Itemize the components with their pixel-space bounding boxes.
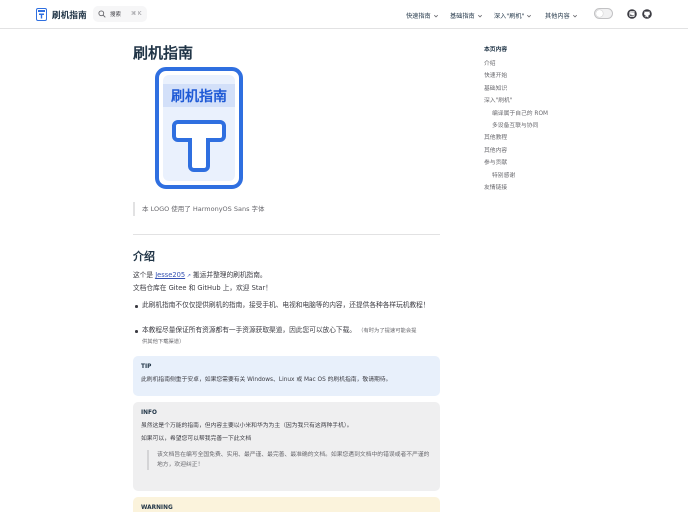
nav-menu-label: 其他内容: [545, 13, 570, 20]
search-shortcut: ⌘ K: [131, 11, 142, 17]
outline-title: 本页内容: [484, 47, 508, 53]
search-button[interactable]: 搜索 ⌘ K: [93, 6, 147, 22]
site-title: 刷机指南: [52, 10, 87, 21]
nav-menu-basic-guide[interactable]: 基础指南: [450, 11, 483, 20]
bullet-dot: [135, 305, 138, 308]
info-callout: INFO 虽然这是个万能的指南，但内容主要以小米和华为为主（因为我只有这两种手机…: [133, 402, 440, 491]
search-label: 搜索: [110, 12, 122, 18]
chevron-down-icon: [572, 14, 577, 17]
warning-title: WARNING: [141, 505, 173, 511]
appearance-toggle[interactable]: [594, 8, 613, 19]
site-brand[interactable]: 刷机指南: [36, 8, 87, 21]
nav-menu-label: 深入"刷机": [494, 13, 525, 20]
info-text-1: 虽然这是个万能的指南，但内容主要以小米和华为为主（因为我只有这两种手机）。: [141, 423, 353, 429]
tip-title: TIP: [141, 364, 152, 370]
outline-item-links[interactable]: 友情链接: [484, 182, 594, 194]
list-item-note: （有时为了提速可能会提: [358, 328, 417, 334]
chevron-down-icon: [527, 14, 532, 17]
warning-callout: WARNING: [133, 497, 440, 512]
outline-item-other-tutorials[interactable]: 其他教程: [484, 132, 594, 144]
nav-menu-other[interactable]: 其他内容: [545, 11, 578, 20]
hero-logo: 刷机指南: [155, 67, 243, 189]
gitee-icon[interactable]: [627, 9, 637, 19]
intro-repo-line: 文档仓库在 Gitee 和 GitHub 上，欢迎 Star！: [133, 284, 272, 292]
github-icon[interactable]: [642, 9, 652, 19]
outline-item-basics[interactable]: 基础知识: [484, 83, 594, 95]
chevron-down-icon: [477, 14, 482, 17]
tip-text: 此刷机指南侧重于安卓，如果您需要有关 Windows、Linux 或 Mac O…: [141, 377, 392, 383]
toggle-knob: [596, 10, 603, 17]
hero-logo-text: 刷机指南: [171, 88, 227, 105]
outline-item-contribute[interactable]: 参与贡献: [484, 157, 594, 169]
chevron-down-icon: [433, 14, 438, 17]
nav-menu-advanced[interactable]: 深入"刷机": [494, 11, 532, 20]
list-item: 此刷机指南不仅仅提供刷机的指南，接受手机、电视和电脑等的内容，还提供各种各样玩机…: [142, 301, 430, 309]
bullet-dot: [135, 330, 138, 333]
outline-item-thanks[interactable]: 特别感谢: [484, 170, 594, 182]
intro-suffix: 搬运并整理的刷机指南。: [190, 271, 267, 279]
page-title: 刷机指南: [133, 44, 194, 62]
brand-logo-icon: [36, 8, 47, 21]
list-item-note-continued: 供其他下载渠道）: [142, 339, 185, 345]
section-divider: [133, 234, 440, 235]
info-blockquote: 该文档旨在编写全国免费、实用、最严谨、最完善、最准确的文档。如果您遇到文档中的错…: [147, 450, 432, 470]
search-icon: [98, 10, 106, 18]
outline-item-quick-start[interactable]: 快速开始: [484, 70, 594, 82]
outline-item-multi-device[interactable]: 多设备互联与协同: [484, 120, 594, 132]
author-link[interactable]: Jesse205: [155, 271, 185, 279]
info-title: INFO: [141, 410, 157, 416]
outline-item-intro[interactable]: 介绍: [484, 58, 594, 70]
intro-prefix: 这个是: [133, 271, 156, 279]
nav-menu-label: 快速指南: [406, 13, 431, 20]
nav-menu-quick-guide[interactable]: 快速指南: [406, 11, 439, 20]
tip-callout: TIP 此刷机指南侧重于安卓，如果您需要有关 Windows、Linux 或 M…: [133, 356, 440, 396]
outline-item-advanced[interactable]: 深入"刷机": [484, 95, 594, 107]
outline-item-other-content[interactable]: 其他内容: [484, 145, 594, 157]
nav-menu-label: 基础指南: [450, 13, 475, 20]
top-navbar: 刷机指南 搜索 ⌘ K 快速指南 基础指南 深入"刷机" 其他内容: [0, 0, 688, 29]
info-text-2: 如果可以，希望您可以帮我完善一下此文档: [141, 436, 252, 442]
outline-item-build-rom[interactable]: 编译属于自己的 ROM: [484, 108, 594, 120]
list-item-text: 本教程尽量保证所有资源都有一手资源获取渠道，因此您可以放心下载。: [142, 326, 356, 334]
section-heading-intro: 介绍: [133, 250, 155, 263]
intro-paragraph: 这个是 Jesse205 ↗ 搬运并整理的刷机指南。: [133, 269, 267, 282]
logo-caption: 本 LOGO 使用了 HarmonyOS Sans 字体: [133, 202, 265, 216]
page-outline: 本页内容 介绍 快速开始 基础知识 深入"刷机" 编译属于自己的 ROM 多设备…: [484, 44, 594, 194]
